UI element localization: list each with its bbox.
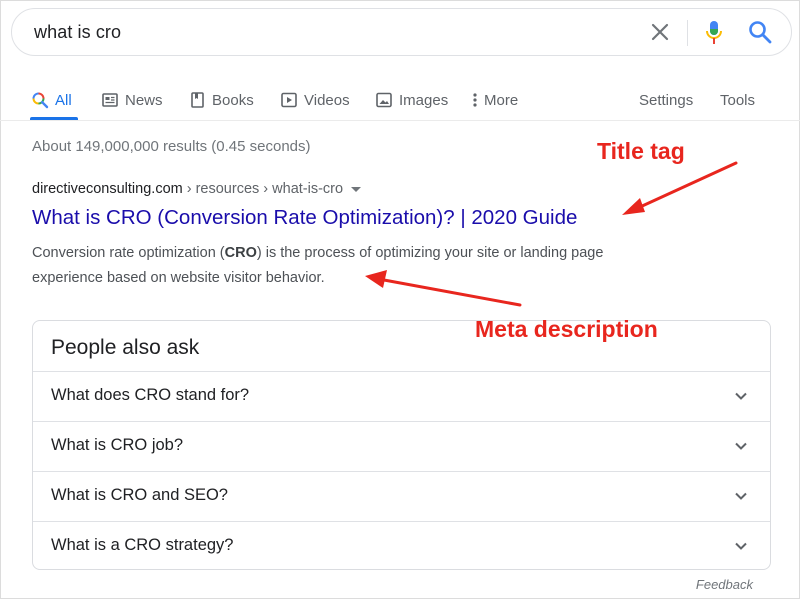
search-input[interactable]: what is cro: [34, 22, 121, 43]
tab-label: Videos: [304, 91, 350, 109]
tools-link[interactable]: Tools: [720, 87, 755, 113]
result-domain: directiveconsulting.com: [32, 181, 183, 197]
tab-images[interactable]: Images: [375, 87, 448, 113]
tab-label: All: [55, 91, 72, 109]
result-snippet: Conversion rate optimization (CRO) is th…: [32, 241, 672, 291]
people-also-ask-box: People also ask What does CRO stand for?…: [32, 320, 771, 570]
tabs-divider: [0, 120, 800, 121]
snippet-highlight: CRO: [224, 245, 257, 261]
search-colorful-icon: [32, 92, 49, 109]
question-item[interactable]: What is CRO and SEO?: [33, 471, 770, 521]
microphone-icon[interactable]: [702, 19, 726, 47]
caret-down-icon[interactable]: [351, 186, 362, 192]
chevron-down-icon: [735, 542, 747, 550]
tab-label: Books: [212, 91, 254, 109]
result-stats: About 149,000,000 results (0.45 seconds): [32, 138, 311, 155]
tab-label: Images: [399, 91, 449, 109]
question-text: What is CRO and SEO?: [51, 486, 228, 504]
result-title-link[interactable]: What is CRO (Conversion Rate Optimizatio…: [32, 206, 577, 230]
annotation-title-tag: Title tag: [597, 138, 685, 164]
tab-videos[interactable]: Videos: [280, 87, 350, 113]
question-text: What is CRO job?: [51, 436, 184, 454]
annotation-meta-description: Meta description: [475, 316, 658, 342]
tab-all[interactable]: All: [31, 87, 72, 113]
people-also-ask-heading: People also ask: [51, 336, 200, 359]
result-url[interactable]: directiveconsulting.com › resources › wh…: [32, 181, 362, 197]
search-bar-divider: [687, 20, 688, 46]
settings-link[interactable]: Settings: [639, 87, 693, 113]
close-icon[interactable]: [648, 20, 672, 44]
question-item[interactable]: What does CRO stand for?: [33, 371, 770, 421]
question-text: What does CRO stand for?: [51, 386, 250, 404]
chevron-down-icon: [735, 392, 747, 400]
chevron-down-icon: [735, 492, 747, 500]
news-icon: [102, 93, 118, 107]
tab-books[interactable]: Books: [188, 87, 254, 113]
chevron-down-icon: [735, 442, 747, 450]
tab-more[interactable]: More: [470, 87, 518, 113]
tab-label: More: [484, 91, 519, 109]
question-text: What is a CRO strategy?: [51, 536, 234, 554]
book-icon: [191, 92, 204, 108]
feedback-link[interactable]: Feedback: [696, 577, 753, 592]
search-icon[interactable]: [747, 19, 773, 45]
image-icon: [376, 92, 392, 108]
result-breadcrumb: › resources › what-is-cro: [182, 181, 344, 197]
question-item[interactable]: What is CRO job?: [33, 421, 770, 471]
snippet-text: Conversion rate optimization (: [32, 245, 225, 261]
search-tabs: All News Books Videos Images More Settin…: [0, 80, 800, 120]
more-vert-icon: [473, 93, 477, 107]
tab-label: News: [125, 91, 163, 109]
tab-news[interactable]: News: [101, 87, 163, 113]
search-bar[interactable]: what is cro: [11, 8, 792, 56]
question-item[interactable]: What is a CRO strategy?: [33, 521, 770, 571]
video-icon: [281, 92, 297, 108]
